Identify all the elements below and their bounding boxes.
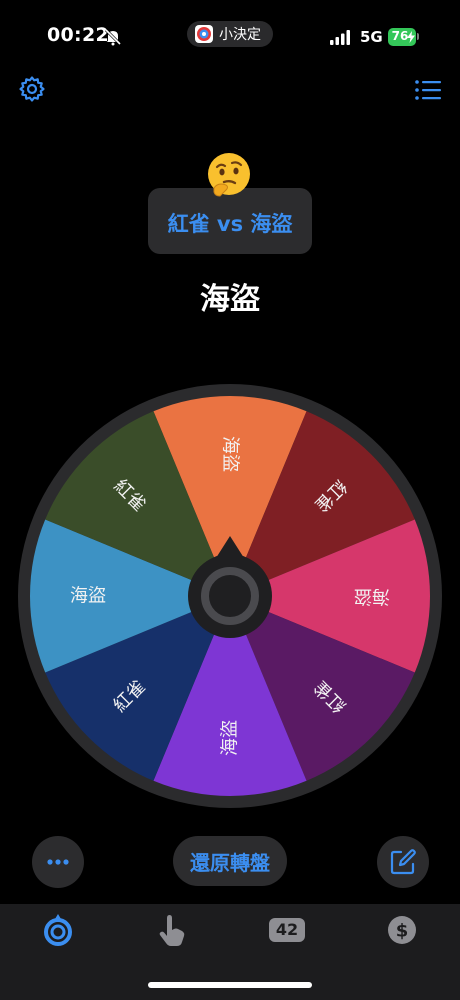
battery-cap [417,33,419,40]
network-type: 5G [360,28,383,46]
wheel-svg[interactable]: 海盜紅雀海盜紅雀海盜紅雀海盜紅雀 [18,384,442,808]
edit-icon [390,849,416,875]
wheel-segment-label: 海盜 [70,586,106,607]
status-time: 00:22 [47,24,109,46]
count-badge: 42 [269,918,305,942]
wheel-title: 紅雀 vs 海盜 [167,212,293,236]
thinking-face-icon [208,153,250,197]
tab-touch-icon[interactable] [152,910,192,950]
battery-icon: 76 [388,28,416,46]
reset-wheel-button[interactable]: 還原轉盤 [173,836,287,886]
spin-hub[interactable] [188,554,272,638]
list-icon[interactable] [414,78,442,102]
charging-bolt-icon [407,31,415,43]
app-icon [195,25,213,43]
tab-wheel-icon[interactable] [38,910,78,950]
status-bar: 00:22 小決定 5G 76 [0,0,460,70]
edit-button[interactable] [377,836,429,888]
spin-result: 海盜 [200,282,260,317]
bell-off-icon [104,28,122,46]
dollar-icon[interactable]: $ [382,910,422,950]
gear-icon[interactable] [18,75,46,103]
home-indicator [148,982,312,988]
wheel-segment-label: 海盜 [220,436,241,472]
wheel-segment-label: 海盜 [220,720,241,756]
svg-text:$: $ [396,921,409,942]
dynamic-island[interactable]: 小決定 [187,21,273,47]
wheel-segment-label: 海盜 [354,586,390,607]
island-app-label: 小決定 [219,27,261,43]
tab-count[interactable]: 42 [266,910,306,950]
more-button[interactable] [32,836,84,888]
ellipsis-icon [47,859,69,865]
decision-wheel[interactable]: 海盜 紅雀 海盜 紅雀 海盜 紅雀 海盜 紅雀 [18,384,442,808]
signal-icon [330,30,350,45]
